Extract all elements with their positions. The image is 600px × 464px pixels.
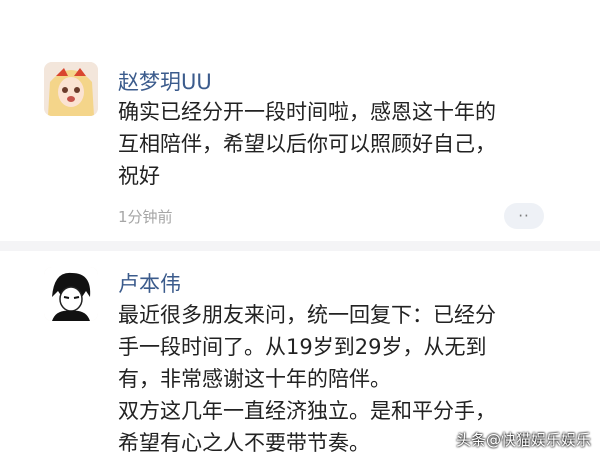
more-options-button[interactable]: ··: [504, 203, 544, 229]
username[interactable]: 赵梦玥UU: [118, 66, 212, 96]
avatar[interactable]: [44, 267, 98, 321]
comment-text: 确实已经分开一段时间啦，感恩这十年的 互相陪伴，希望以后你可以照顾好自己， 祝好: [118, 100, 496, 188]
watermark: 头条@快猫娱乐娱乐: [456, 431, 592, 449]
avatar-image: [44, 267, 98, 321]
username[interactable]: 卢本伟: [118, 268, 181, 298]
divider: [0, 241, 600, 251]
timestamp: 1分钟前: [118, 208, 173, 226]
more-icon: ··: [518, 207, 530, 225]
avatar[interactable]: [44, 62, 98, 116]
avatar-image: [44, 62, 98, 116]
comment-item: 赵梦玥UU 确实已经分开一段时间啦，感恩这十年的 互相陪伴，希望以后你可以照顾好…: [0, 0, 600, 240]
